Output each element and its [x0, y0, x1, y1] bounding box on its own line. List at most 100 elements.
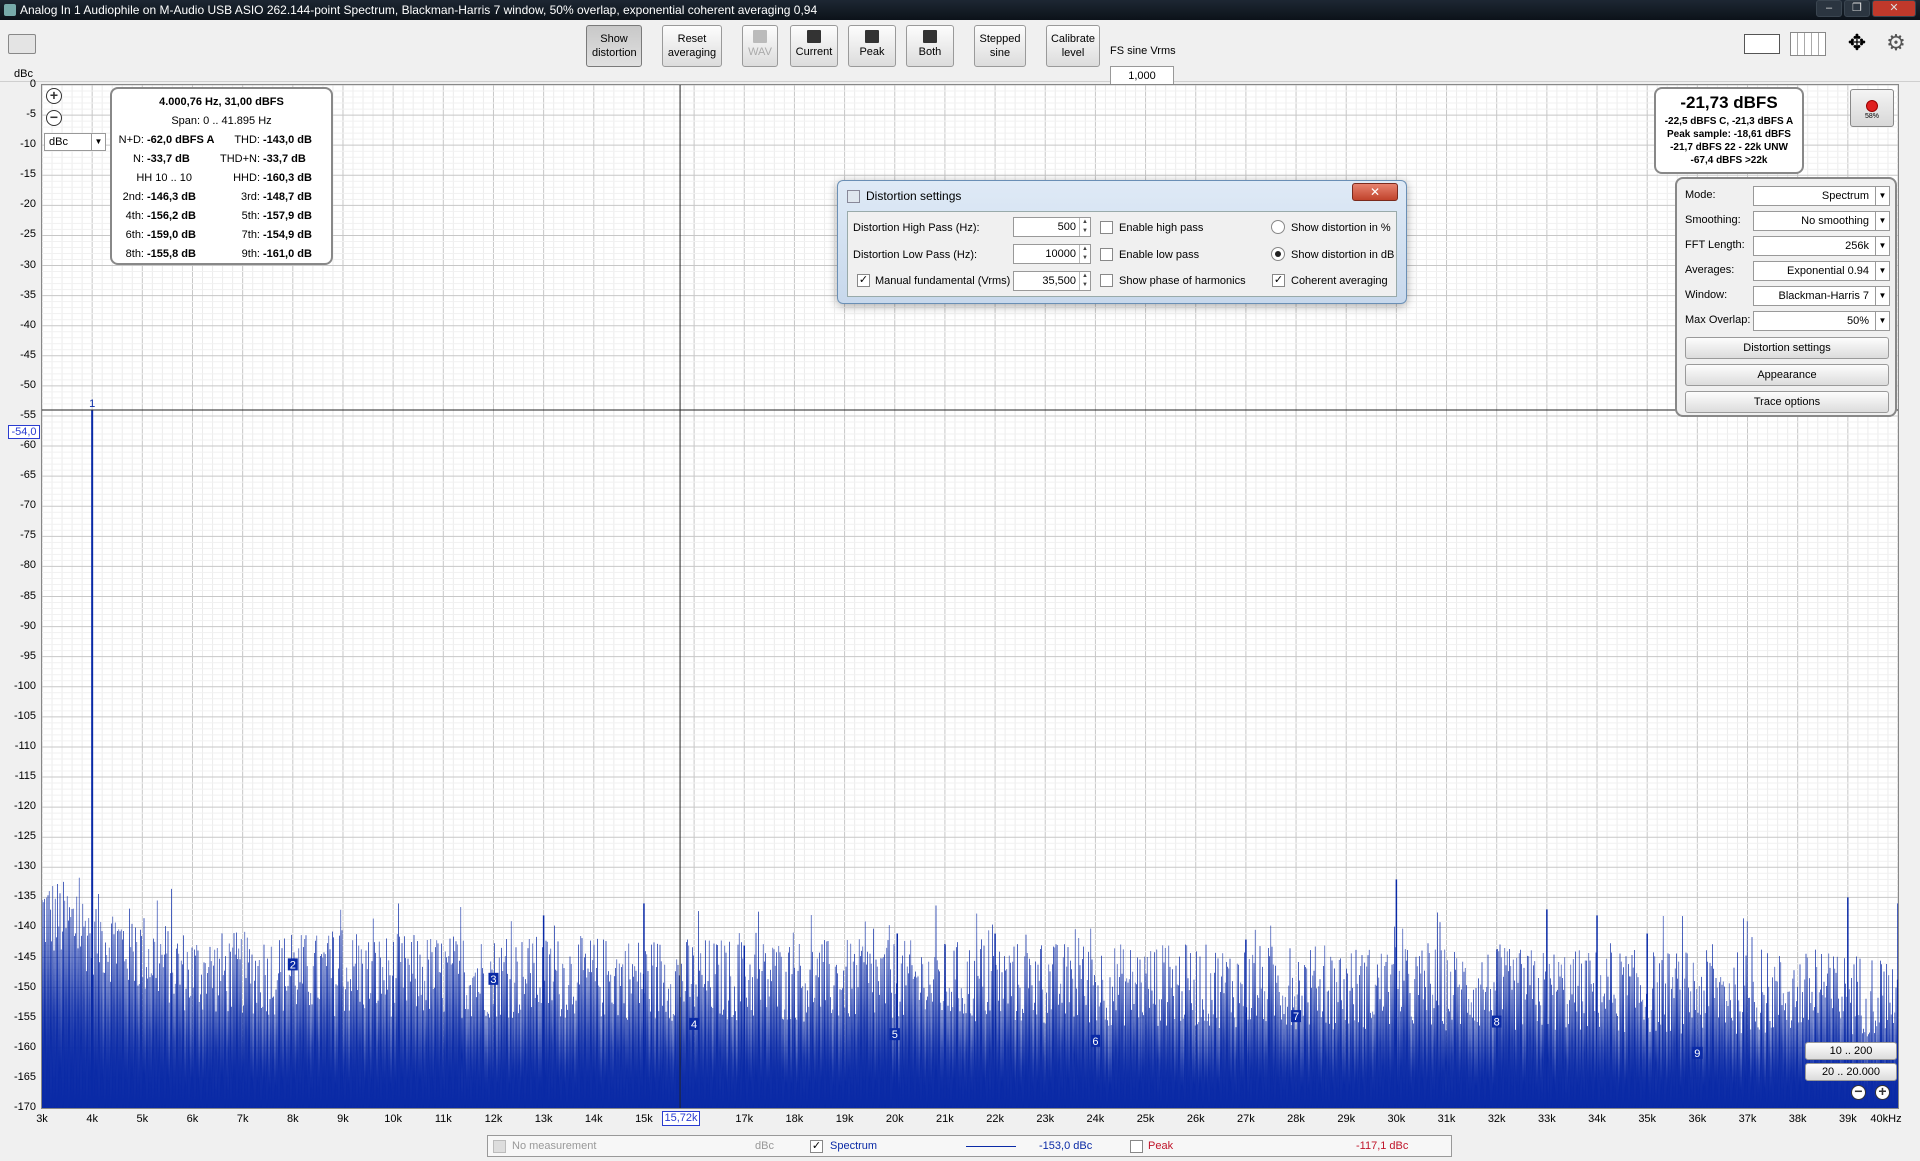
dialog-close-button[interactable]: ✕ [1352, 183, 1398, 201]
move-icon[interactable]: ✥ [1840, 32, 1874, 56]
x-cursor-readout[interactable]: 15,72k [662, 1111, 700, 1126]
y-tick-label: -30 [20, 258, 36, 271]
y-tick-label: -125 [13, 830, 36, 843]
averages-select[interactable]: Exponential 0.94 ▼ [1753, 261, 1890, 281]
peak-checkbox[interactable] [1130, 1140, 1143, 1153]
x-tick-label: 23k [1036, 1113, 1055, 1125]
save-peak-button[interactable]: Peak [848, 25, 896, 67]
coherent-averaging-checkbox[interactable]: ✓ [1272, 274, 1285, 287]
spectrum-checkbox[interactable]: ✓ [810, 1140, 823, 1153]
y-tick-label: -60 [20, 439, 36, 452]
x-tick-label: 22k [986, 1113, 1004, 1125]
stats-label: N+D: [118, 134, 144, 146]
columns-icon[interactable] [1790, 32, 1826, 56]
x-tick-label: 29k [1337, 1113, 1356, 1125]
range-10-200-button[interactable]: 10 .. 200 [1805, 1042, 1897, 1060]
trace-legend: No measurement dBc ✓ Spectrum -153,0 dBc… [487, 1135, 1452, 1157]
window-select[interactable]: Blackman-Harris 7 ▼ [1753, 286, 1890, 306]
overlap-select[interactable]: 50% ▼ [1753, 311, 1890, 331]
no-measurement-label: No measurement [512, 1140, 597, 1152]
overlap-label: Max Overlap: [1685, 314, 1751, 326]
x-tick-label: 37k [1738, 1113, 1757, 1125]
x-tick-label: 10k [384, 1113, 402, 1125]
fft-select[interactable]: 256k ▼ [1753, 236, 1890, 256]
overlap-value: 50% [1846, 315, 1869, 327]
record-button[interactable]: 58% [1850, 89, 1894, 127]
calibrate-level-button[interactable]: Calibrate level [1046, 25, 1100, 67]
y-unit-select[interactable]: dBc ▼ [44, 133, 106, 151]
high-pass-input[interactable]: 500 ▲ ▼ [1013, 217, 1091, 237]
screenshot-icon[interactable] [8, 34, 36, 54]
y-cursor-readout[interactable]: -54,0 [8, 425, 40, 439]
spinner-icon[interactable]: ▲ ▼ [1079, 272, 1090, 290]
x-tick-label: 20k [885, 1113, 904, 1125]
level-meter-panel: -21,73 dBFS -22,5 dBFS C, -21,3 dBFS A P… [1654, 87, 1804, 174]
spinner-icon[interactable]: ▲ ▼ [1079, 218, 1090, 236]
no-measurement-checkbox[interactable] [493, 1140, 506, 1153]
fs-sine-input[interactable]: 1,000 [1110, 66, 1174, 86]
stats-value: -33,7 dB [147, 153, 190, 165]
stepped-sine-button[interactable]: Stepped sine [974, 25, 1026, 67]
y-tick-label: -115 [14, 770, 36, 783]
reset-averaging-label: Reset averaging [667, 33, 717, 59]
range-20-20000-button[interactable]: 20 .. 20.000 [1805, 1063, 1897, 1081]
layout-icon[interactable] [1744, 34, 1780, 54]
appearance-button[interactable]: Appearance [1685, 364, 1889, 386]
y-tick-label: -170 [13, 1101, 36, 1113]
x-tick-label: 7k [236, 1113, 249, 1125]
close-window-icon[interactable]: ✕ [1872, 0, 1916, 17]
stats-value: -146,3 dB [147, 191, 196, 203]
stats-label: THD+N: [219, 153, 260, 165]
save-both-button[interactable]: Both [906, 25, 954, 67]
harmonic-marker-label: 8 [1494, 1017, 1500, 1029]
show-db-radio[interactable] [1271, 247, 1285, 261]
maximize-icon[interactable]: ❐ [1844, 0, 1870, 17]
gear-icon[interactable]: ⚙ [1884, 32, 1908, 56]
mode-select[interactable]: Spectrum ▼ [1753, 186, 1890, 206]
mode-value: Spectrum [1821, 190, 1869, 202]
harmonic-marker-label: 6 [1092, 1036, 1098, 1048]
x-tick-label: 38k [1788, 1113, 1807, 1125]
spinner-icon[interactable]: ▲ ▼ [1079, 245, 1090, 263]
zoom-out-icon[interactable]: − [46, 110, 62, 126]
x-tick-label: 27k [1237, 1113, 1255, 1125]
trace-options-button[interactable]: Trace options [1685, 391, 1889, 413]
stats-value: -159,0 dB [147, 229, 196, 241]
manual-fundamental-input[interactable]: 35,500 ▲ ▼ [1013, 271, 1091, 291]
show-percent-radio[interactable] [1271, 220, 1285, 234]
minimize-icon[interactable]: – [1816, 0, 1842, 17]
zoom-in-icon[interactable]: + [46, 88, 62, 104]
averages-row: Averages: Exponential 0.94 ▼ [1685, 261, 1895, 281]
enable-high-pass-checkbox[interactable] [1100, 221, 1113, 234]
chevron-down-icon: ▼ [1875, 312, 1889, 330]
reset-averaging-button[interactable]: Reset averaging [662, 25, 722, 67]
x-tick-label: 36k [1688, 1113, 1707, 1125]
smoothing-select[interactable]: No smoothing ▼ [1753, 211, 1890, 231]
y-tick-label: -15 [20, 168, 36, 181]
enable-low-pass-checkbox[interactable] [1100, 248, 1113, 261]
zoom-out-x-icon[interactable]: − [1851, 1084, 1866, 1100]
smoothing-row: Smoothing: No smoothing ▼ [1685, 211, 1895, 231]
distortion-stats-panel: 4.000,76 Hz, 31,00 dBFS Span: 0 .. 41.89… [110, 87, 333, 265]
stats-label: 7th: [241, 229, 260, 241]
save-current-button[interactable]: Current [790, 25, 838, 67]
y-tick-label: -40 [20, 318, 36, 331]
manual-fundamental-checkbox[interactable]: ✓ [857, 274, 870, 287]
low-pass-input[interactable]: 10000 ▲ ▼ [1013, 244, 1091, 264]
level-line-3: -21,7 dBFS 22 - 22k UNW [1670, 142, 1788, 153]
chevron-down-icon: ▼ [1875, 237, 1889, 255]
stats-label: 2nd: [122, 191, 144, 203]
y-tick-label: -160 [13, 1040, 36, 1053]
x-tick-label: 39k [1838, 1113, 1857, 1125]
show-distortion-button[interactable]: Show distortion [586, 25, 642, 67]
y-unit-value: dBc [49, 136, 68, 148]
y-tick-label: -55 [20, 408, 36, 421]
show-phase-checkbox[interactable] [1100, 274, 1113, 287]
wav-button[interactable]: WAV [742, 25, 778, 67]
y-tick-label: 0 [29, 78, 36, 90]
y-tick-label: -140 [13, 920, 36, 933]
y-tick-label: -120 [13, 800, 36, 813]
distortion-settings-button[interactable]: Distortion settings [1685, 337, 1889, 359]
zoom-in-x-icon[interactable]: + [1875, 1084, 1890, 1100]
analysis-settings-panel: Mode: Spectrum ▼ Smoothing: No smoothing ▼ F… [1675, 177, 1897, 417]
